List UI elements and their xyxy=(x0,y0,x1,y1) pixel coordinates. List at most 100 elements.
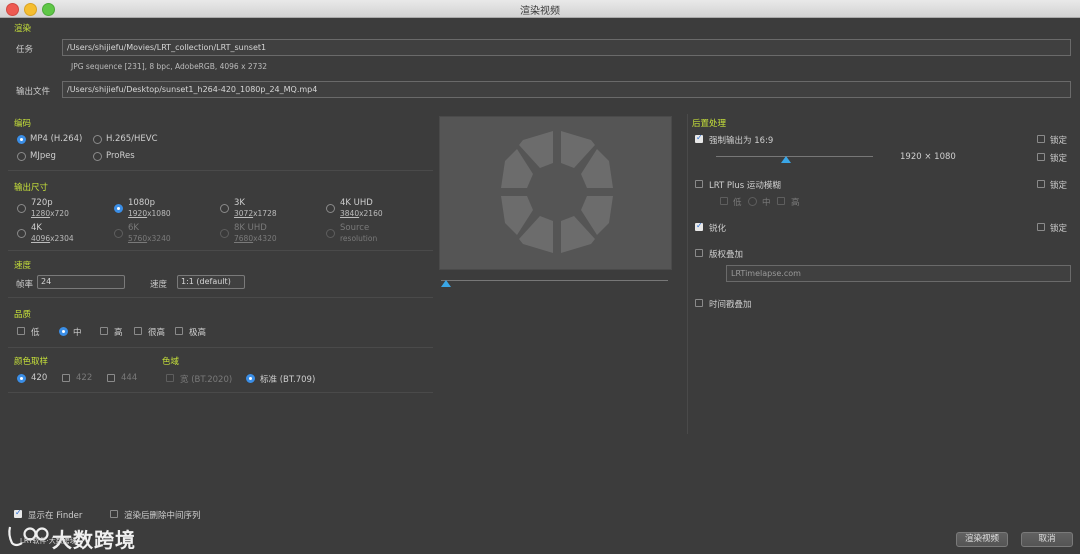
output-file-field[interactable]: /Users/shijiefu/Desktop/sunset1_h264-420… xyxy=(62,81,1071,98)
size-source-res: resolution xyxy=(340,234,378,243)
encoding-h265-radio[interactable] xyxy=(93,135,102,144)
size-4k-res: 4096x2304 xyxy=(31,234,74,243)
quality-low-check[interactable] xyxy=(17,327,25,335)
size-4kuhd-radio[interactable] xyxy=(326,204,335,213)
size-8kuhd-label: 8K UHD xyxy=(234,223,267,233)
encoding-mp4-label: MP4 (H.264) xyxy=(30,134,83,144)
divider xyxy=(8,250,433,251)
size-720p-radio[interactable] xyxy=(17,204,26,213)
task-info: JPG sequence [231], 8 bpc, AdobeRGB, 409… xyxy=(71,62,267,71)
lock-label-4: 锁定 xyxy=(1050,224,1068,234)
color-sampling-section-title: 颜色取样 xyxy=(14,357,49,367)
gamut-wide-check[interactable] xyxy=(166,374,174,382)
timestamp-checkbox[interactable] xyxy=(695,299,703,307)
fps-label: 帧率 xyxy=(16,280,34,290)
window-title: 渲染视频 xyxy=(520,6,560,17)
blur-high-check[interactable] xyxy=(777,197,785,205)
size-6k-res: 5760x3240 xyxy=(128,234,171,243)
quality-veryhigh-label: 很高 xyxy=(148,328,166,338)
encoding-prores-radio[interactable] xyxy=(93,152,102,161)
quality-max-check[interactable] xyxy=(175,327,183,335)
blur-medium-radio[interactable] xyxy=(748,197,757,206)
output-file-label: 输出文件 xyxy=(16,87,51,97)
task-path-field[interactable]: /Users/shijiefu/Movies/LRT_collection/LR… xyxy=(62,39,1071,56)
encoding-mp4-radio[interactable] xyxy=(17,135,26,144)
quality-high-check[interactable] xyxy=(100,327,108,335)
resolution-slider-track[interactable] xyxy=(716,156,873,157)
sharpen-checkbox[interactable] xyxy=(695,221,703,231)
fps-input[interactable]: 24 xyxy=(37,275,125,289)
sampling-422-check[interactable] xyxy=(62,374,70,382)
delete-seq-label: 渲染后删除中间序列 xyxy=(124,511,201,521)
cancel-button[interactable]: 取消 xyxy=(1021,532,1073,547)
sharpen-label: 锐化 xyxy=(709,224,727,234)
preview-scrubber-track[interactable] xyxy=(441,280,668,281)
sampling-444-check[interactable] xyxy=(107,374,115,382)
gamut-standard-radio[interactable] xyxy=(246,374,255,383)
size-8kuhd-res: 7680x4320 xyxy=(234,234,277,243)
timestamp-label: 时间戳叠加 xyxy=(709,300,752,310)
sampling-420-radio[interactable] xyxy=(17,374,26,383)
size-source-label: Source xyxy=(340,223,370,233)
copyright-checkbox[interactable] xyxy=(695,249,703,257)
post-section-title: 后置处理 xyxy=(692,119,727,129)
sampling-444-label: 444 xyxy=(121,373,138,383)
rate-label: 速度 xyxy=(150,280,168,290)
quality-low-label: 低 xyxy=(31,328,40,338)
task-label: 任务 xyxy=(16,45,34,55)
encoding-section-title: 编码 xyxy=(14,119,32,129)
motion-blur-label: LRT Plus 运动模糊 xyxy=(709,181,781,191)
resolution-slider-handle[interactable] xyxy=(781,156,791,163)
size-4k-radio[interactable] xyxy=(17,229,26,238)
size-3k-radio[interactable] xyxy=(220,204,229,213)
divider xyxy=(8,392,433,393)
quality-section-title: 品质 xyxy=(14,310,32,320)
size-720p-label: 720p xyxy=(31,198,53,208)
copyright-text-field[interactable]: LRTimelapse.com xyxy=(726,265,1071,282)
encoding-mjpeg-radio[interactable] xyxy=(17,152,26,161)
encoding-prores-label: ProRes xyxy=(106,151,135,161)
delete-seq-checkbox[interactable] xyxy=(110,510,118,518)
size-1080p-res: 1920x1080 xyxy=(128,209,171,218)
quality-medium-radio[interactable] xyxy=(59,327,68,336)
motion-blur-checkbox[interactable] xyxy=(695,180,703,188)
size-1080p-radio[interactable] xyxy=(114,204,123,213)
lock-label-3: 锁定 xyxy=(1050,181,1068,191)
size-8kuhd-radio[interactable] xyxy=(220,229,229,238)
preview-scrubber-handle[interactable] xyxy=(441,280,451,287)
force-169-label: 强制输出为 16:9 xyxy=(709,136,774,146)
size-source-radio[interactable] xyxy=(326,229,335,238)
render-video-button[interactable]: 渲染视频 xyxy=(956,532,1008,547)
lock-checkbox-2[interactable] xyxy=(1037,153,1045,161)
encoding-mjpeg-label: MJpeg xyxy=(30,151,56,161)
size-4kuhd-res: 3840x2160 xyxy=(340,209,383,218)
quality-high-label: 高 xyxy=(114,328,123,338)
size-1080p-label: 1080p xyxy=(128,198,156,208)
gamut-standard-label: 标准 (BT.709) xyxy=(260,375,316,385)
size-3k-label: 3K xyxy=(234,198,245,208)
title-bar: 渲染视频 xyxy=(0,0,1080,18)
divider xyxy=(8,297,433,298)
size-6k-label: 6K xyxy=(128,223,139,233)
size-3k-res: 3072x1728 xyxy=(234,209,277,218)
lock-checkbox-4[interactable] xyxy=(1037,223,1045,231)
force-169-checkbox[interactable] xyxy=(695,133,703,143)
blur-low-check[interactable] xyxy=(720,197,728,205)
preview-panel xyxy=(439,116,672,270)
size-4kuhd-label: 4K UHD xyxy=(340,198,373,208)
lock-label-1: 锁定 xyxy=(1050,136,1068,146)
show-finder-checkbox[interactable] xyxy=(14,508,22,518)
quality-max-label: 极高 xyxy=(189,328,207,338)
lock-label-2: 锁定 xyxy=(1050,154,1068,164)
size-6k-radio[interactable] xyxy=(114,229,123,238)
blur-medium-label: 中 xyxy=(762,198,771,208)
rate-input[interactable]: 1:1 (default) xyxy=(177,275,245,289)
sampling-422-label: 422 xyxy=(76,373,93,383)
lock-checkbox-1[interactable] xyxy=(1037,135,1045,143)
gamut-section-title: 色域 xyxy=(162,357,180,367)
loading-spinner-icon xyxy=(501,131,613,253)
quality-veryhigh-check[interactable] xyxy=(134,327,142,335)
divider xyxy=(8,170,433,171)
encoding-h265-label: H.265/HEVC xyxy=(106,134,158,144)
lock-checkbox-3[interactable] xyxy=(1037,180,1045,188)
